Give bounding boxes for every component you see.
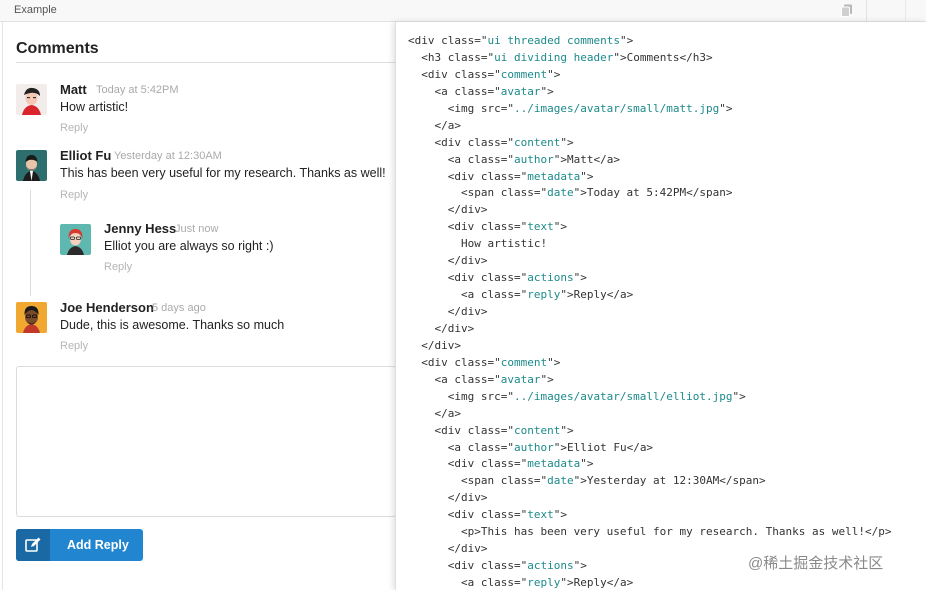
code-block: <div class="ui threaded comments"> <h3 c…	[408, 33, 891, 590]
watermark: @稀土掘金技术社区	[748, 555, 884, 572]
thread-line	[30, 190, 31, 296]
code-line: <p>This has been very useful for my rese…	[408, 525, 892, 539]
comment-date: Yesterday at 12:30AM	[114, 150, 222, 162]
comment-author[interactable]: Joe Henderson	[60, 300, 154, 315]
code-line: <a class="avatar">	[408, 84, 554, 98]
comment-date: Today at 5:42PM	[96, 84, 179, 96]
code-line: </div>	[408, 491, 488, 505]
avatar-matt[interactable]	[16, 84, 47, 115]
reply-link[interactable]: Reply	[60, 340, 88, 352]
avatar-joe[interactable]	[16, 302, 47, 333]
comments-header: Comments	[16, 40, 99, 57]
add-reply-label: Add Reply	[67, 538, 129, 552]
reply-textarea[interactable]	[16, 366, 396, 517]
code-line: How artistic!	[408, 237, 548, 251]
example-bar: Example	[0, 0, 926, 22]
copy-icon[interactable]	[841, 4, 853, 17]
comment-author[interactable]: Elliot Fu	[60, 148, 111, 163]
code-line: <div class="content">	[408, 423, 574, 437]
code-line: </div>	[408, 203, 488, 217]
code-line: <h3 class="ui dividing header">Comments<…	[408, 50, 713, 64]
code-line: <div class="text">	[408, 220, 567, 234]
add-reply-button[interactable]: Add Reply	[16, 529, 143, 561]
code-line: <img src="../images/avatar/small/elliot.…	[408, 389, 746, 403]
example-panel-border	[2, 22, 3, 590]
avatar-elliot[interactable]	[16, 150, 47, 181]
code-line: <a class="author">Elliot Fu</a>	[408, 440, 654, 454]
code-line: <div class="ui threaded comments">	[408, 34, 634, 47]
code-line: <a class="avatar">	[408, 372, 554, 386]
code-line: </div>	[408, 305, 488, 318]
example-label: Example	[14, 4, 57, 16]
comment-date: 5 days ago	[152, 302, 206, 314]
code-line: </a>	[408, 118, 461, 132]
edit-icon	[25, 537, 41, 552]
code-line: <div class="content">	[408, 135, 574, 149]
code-line: <span class="date">Yesterday at 12:30AM<…	[408, 474, 766, 488]
comment-author[interactable]: Matt	[60, 82, 87, 97]
code-line: </div>	[408, 254, 488, 268]
comment-date: Just now	[175, 223, 219, 235]
code-line: <div class="metadata">	[408, 457, 594, 471]
bar-edge	[905, 0, 906, 22]
reply-link[interactable]: Reply	[60, 189, 88, 201]
comment-text: Elliot you are always so right :)	[104, 239, 274, 253]
comment-text: This has been very useful for my researc…	[60, 166, 386, 180]
reply-link[interactable]: Reply	[60, 122, 88, 134]
code-line: </div>	[408, 321, 475, 335]
code-line: <a class="author">Matt</a>	[408, 152, 620, 166]
reply-link[interactable]: Reply	[104, 261, 132, 273]
code-line: <div class="comment">	[408, 67, 561, 81]
code-line: <img src="../images/avatar/small/matt.jp…	[408, 101, 733, 115]
comment-text: How artistic!	[60, 100, 129, 114]
button-icon-box	[16, 529, 50, 561]
code-line: <div class="text">	[408, 508, 567, 522]
page: Example Comments Matt Today at 5:42PM Ho…	[0, 0, 926, 590]
avatar-jenny[interactable]	[60, 224, 91, 255]
code-line: <div class="comment">	[408, 355, 561, 369]
code-line: </div>	[408, 338, 461, 352]
comment-author[interactable]: Jenny Hess	[104, 221, 176, 236]
comment-text: Dude, this is awesome. Thanks so much	[60, 318, 285, 332]
code-line: <div class="metadata">	[408, 169, 594, 183]
code-line: <span class="date">Today at 5:42PM</span…	[408, 186, 733, 200]
code-line: <div class="actions">	[408, 271, 587, 285]
bar-divider	[866, 0, 867, 22]
code-line: </a>	[408, 406, 461, 420]
code-panel: <div class="ui threaded comments"> <h3 c…	[395, 22, 926, 590]
code-line: <a class="reply">Reply</a>	[408, 576, 634, 589]
code-line: <a class="reply">Reply</a>	[408, 288, 634, 302]
header-divider	[16, 62, 396, 63]
